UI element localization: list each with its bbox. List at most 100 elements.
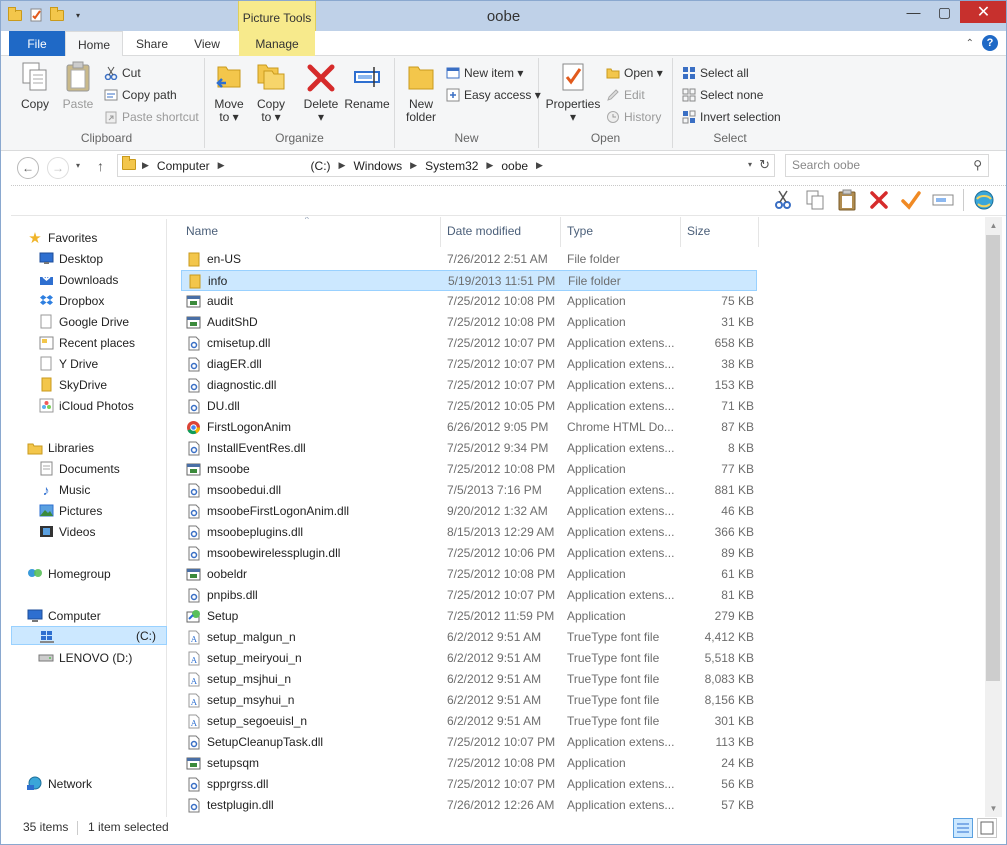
copy-button[interactable]: Copy <box>15 60 55 111</box>
select-all-button[interactable]: Select all <box>681 65 749 80</box>
table-row[interactable]: Asetup_meiryoui_n 6/2/2012 9:51 AM TrueTyp… <box>181 648 757 669</box>
maximize-button[interactable]: ▢ <box>929 1 960 23</box>
up-button[interactable]: ↑ <box>97 158 104 174</box>
table-row[interactable]: AuditShD 7/25/2012 10:08 PM Application 31 … <box>181 312 757 333</box>
copy-icon[interactable] <box>803 188 827 212</box>
forward-button[interactable]: → <box>47 157 69 179</box>
chevron-up-icon[interactable]: ⌃ <box>966 38 974 49</box>
address-dropdown-icon[interactable]: ▾ <box>748 160 752 169</box>
nav-item-downloads[interactable]: Downloads <box>38 269 118 290</box>
breadcrumb-oobe[interactable]: oobe <box>501 159 528 173</box>
easy-access-button[interactable]: Easy access ▾ <box>445 87 541 102</box>
scroll-up-icon[interactable]: ▲ <box>985 217 1002 234</box>
globe-icon[interactable] <box>972 188 996 212</box>
nav-homegroup[interactable]: Homegroup <box>27 563 111 584</box>
nav-item-documents[interactable]: Documents <box>38 458 120 479</box>
copy-path-button[interactable]: Copy path <box>103 87 177 102</box>
column-divider[interactable] <box>440 217 441 247</box>
close-button[interactable]: ✕ <box>960 1 1006 23</box>
new-item-button[interactable]: New item ▾ <box>445 65 523 80</box>
paste-shortcut-button[interactable]: Paste shortcut <box>103 109 199 124</box>
column-divider[interactable] <box>680 217 681 247</box>
help-icon[interactable]: ? <box>982 35 998 51</box>
copy-to-button[interactable]: Copy to ▾ <box>251 60 291 124</box>
breadcrumb-windows[interactable]: Windows <box>353 159 402 173</box>
column-divider[interactable] <box>560 217 561 247</box>
properties-button[interactable]: Properties ▾ <box>543 60 603 124</box>
column-divider[interactable] <box>758 217 759 247</box>
breadcrumb-drive-c[interactable]: (C:) <box>311 159 331 173</box>
nav-item-videos[interactable]: Videos <box>38 521 95 542</box>
breadcrumb-system32[interactable]: System32 <box>425 159 478 173</box>
column-header-size[interactable]: Size <box>687 224 710 238</box>
paste-icon[interactable] <box>835 188 859 212</box>
nav-item-icloud-photos[interactable]: iCloud Photos <box>38 395 134 416</box>
nav-item-recent-places[interactable]: Recent places <box>38 332 135 353</box>
history-button[interactable]: History <box>605 109 661 124</box>
table-row[interactable]: testplugin.dll 7/26/2012 12:26 AM Applicat… <box>181 795 757 816</box>
nav-item-y-drive[interactable]: Y Drive <box>38 353 98 374</box>
tab-home[interactable]: Home <box>65 31 123 57</box>
search-input[interactable]: Search oobe ⚲ <box>785 154 989 177</box>
breadcrumb-computer[interactable]: Computer <box>157 159 210 173</box>
table-row[interactable]: msoobeFirstLogonAnim.dll 9/20/2012 1:32 A… <box>181 501 757 522</box>
table-row[interactable]: oobeldr 7/25/2012 10:08 PM Application 61 K… <box>181 564 757 585</box>
table-row[interactable]: msoobeplugins.dll 8/15/2013 12:29 AM Appli… <box>181 522 757 543</box>
nav-favorites[interactable]: ★ Favorites <box>27 227 97 248</box>
nav-item-drive-d[interactable]: LENOVO (D:) <box>38 647 132 668</box>
address-input[interactable]: ▶ Computer ▶ (C:) ▶ Windows ▶ System32 ▶… <box>117 154 775 177</box>
tab-view[interactable]: View <box>181 31 233 56</box>
new-folder-button[interactable]: New folder <box>401 60 441 124</box>
delete-button[interactable]: Delete ▾ <box>301 60 341 124</box>
chevron-right-icon[interactable]: ▶ <box>410 160 417 171</box>
chevron-right-icon[interactable]: ▶ <box>218 160 225 171</box>
table-row[interactable]: msoobe 7/25/2012 10:08 PM Application 77 KB <box>181 459 757 480</box>
nav-item-dropbox[interactable]: Dropbox <box>38 290 104 311</box>
select-none-button[interactable]: Select none <box>681 87 763 102</box>
tab-file[interactable]: File <box>9 31 65 56</box>
table-row[interactable]: spprgrss.dll 7/25/2012 10:07 PM Applicatio… <box>181 774 757 795</box>
nav-item-google-drive[interactable]: Google Drive <box>38 311 129 332</box>
table-row[interactable]: diagER.dll 7/25/2012 10:07 PM Application … <box>181 354 757 375</box>
nav-item-pictures[interactable]: Pictures <box>38 500 102 521</box>
nav-computer[interactable]: Computer <box>27 605 101 626</box>
table-row[interactable]: msoobewirelessplugin.dll 7/25/2012 10:06 … <box>181 543 757 564</box>
table-row[interactable]: diagnostic.dll 7/25/2012 10:07 PM Applicat… <box>181 375 757 396</box>
table-row[interactable]: Asetup_malgun_n 6/2/2012 9:51 AM TrueType … <box>181 627 757 648</box>
table-row[interactable]: FirstLogonAnim 6/26/2012 9:05 PM Chrome HT… <box>181 417 757 438</box>
table-row[interactable]: audit 7/25/2012 10:08 PM Application 75 KB <box>181 291 757 312</box>
chevron-right-icon[interactable]: ▶ <box>486 160 493 171</box>
recent-locations-chevron-icon[interactable]: ▾ <box>76 161 80 170</box>
invert-selection-button[interactable]: Invert selection <box>681 109 781 124</box>
nav-item-skydrive[interactable]: SkyDrive <box>38 374 107 395</box>
nav-item-desktop[interactable]: Desktop <box>38 248 103 269</box>
table-row[interactable]: Asetup_segoeuisl_n 6/2/2012 9:51 AM TrueTy… <box>181 711 757 732</box>
edit-button[interactable]: Edit <box>605 87 645 102</box>
tab-share[interactable]: Share <box>125 31 179 56</box>
refresh-icon[interactable]: ↻ <box>759 157 770 173</box>
table-row[interactable]: info 5/19/2013 11:51 PM File folder <box>181 270 757 291</box>
move-to-button[interactable]: Move to ▾ <box>209 60 249 124</box>
nav-libraries[interactable]: Libraries <box>27 437 94 458</box>
table-row[interactable]: msoobedui.dll 7/5/2013 7:16 PM Application… <box>181 480 757 501</box>
chevron-right-icon[interactable]: ▶ <box>339 160 346 171</box>
large-icons-view-button[interactable] <box>977 818 997 838</box>
table-row[interactable]: Setup 7/25/2012 11:59 PM Application 279 KB <box>181 606 757 627</box>
table-row[interactable]: Asetup_msjhui_n 6/2/2012 9:51 AM TrueType … <box>181 669 757 690</box>
table-row[interactable]: setupsqm 7/25/2012 10:08 PM Application 24 … <box>181 753 757 774</box>
table-row[interactable]: InstallEventRes.dll 7/25/2012 9:34 PM Appl… <box>181 438 757 459</box>
properties-check-icon[interactable] <box>899 188 923 212</box>
vertical-scrollbar[interactable]: ▲ ▼ <box>985 217 1002 817</box>
table-row[interactable]: Asetup_msyhui_n 6/2/2012 9:51 AM TrueType … <box>181 690 757 711</box>
paste-button[interactable]: Paste <box>57 60 99 111</box>
table-row[interactable]: SetupCleanupTask.dll 7/25/2012 10:07 PM Ap… <box>181 732 757 753</box>
open-button[interactable]: Open ▾ <box>605 65 663 80</box>
rename-icon[interactable] <box>931 188 955 212</box>
delete-icon[interactable] <box>867 188 891 212</box>
nav-item-music[interactable]: ♪ Music <box>38 479 91 500</box>
details-view-button[interactable] <box>953 818 973 838</box>
column-header-name[interactable]: Name <box>186 224 218 238</box>
table-row[interactable]: en-US 7/26/2012 2:51 AM File folder <box>181 249 757 270</box>
scroll-down-icon[interactable]: ▼ <box>985 800 1002 817</box>
chevron-right-icon[interactable]: ▶ <box>142 160 149 171</box>
